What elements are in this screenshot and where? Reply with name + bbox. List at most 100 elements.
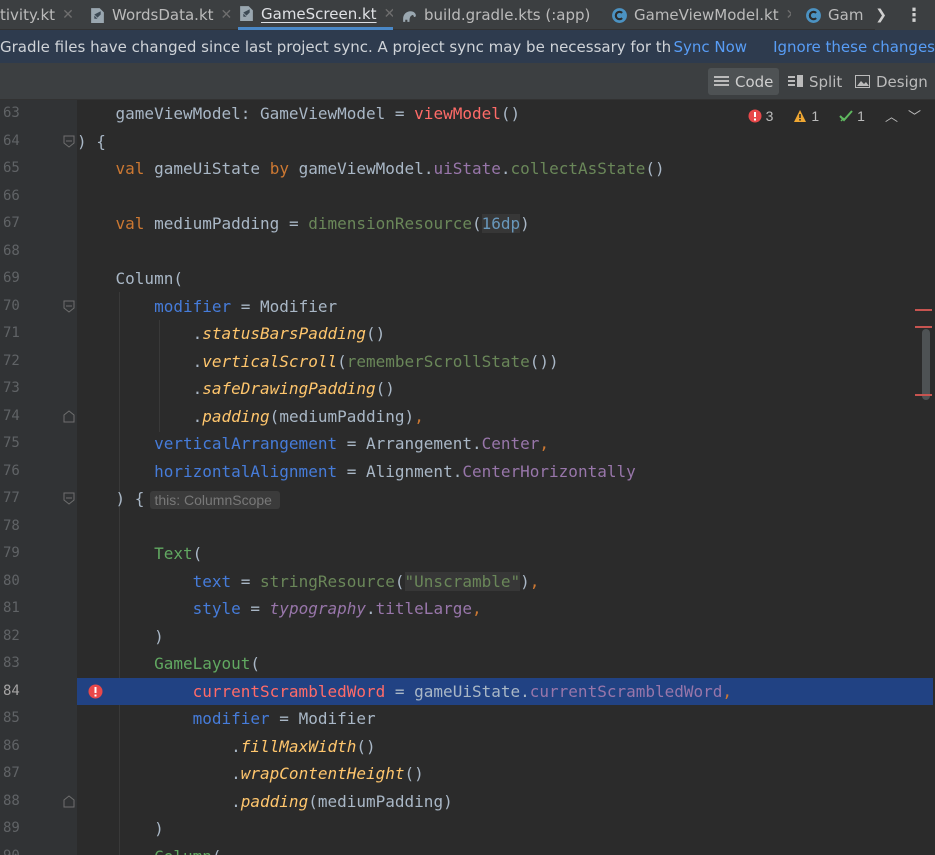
code-line[interactable]: 89 )	[0, 815, 935, 843]
code-text: modifier = Modifier	[154, 296, 338, 316]
code-line[interactable]: 79 Text(	[0, 540, 935, 568]
scrollbar-thumb[interactable]	[922, 329, 930, 400]
code-text: currentScrambledWord = gameUiState.curre…	[192, 681, 733, 701]
split-label: Split	[809, 72, 843, 91]
tab-words-data[interactable]: WordsData.kt ✕	[89, 0, 234, 30]
ignore-changes-link[interactable]: Ignore these changes	[773, 38, 935, 56]
code-line[interactable]: 78	[0, 513, 935, 541]
line-number: 76	[3, 462, 20, 479]
code-line[interactable]: 82 )	[0, 623, 935, 651]
code-line[interactable]: 77 ) {this: ColumnScope	[0, 485, 935, 513]
code-text: )	[77, 626, 164, 646]
close-tab-icon[interactable]: ✕	[221, 7, 233, 23]
tab-actions: ❯ ⋮	[875, 0, 935, 30]
error-stripe-mark[interactable]	[915, 394, 932, 396]
code-line-current[interactable]: 84 currentScrambledWord = gameUiState.cu…	[0, 677, 935, 705]
code-line[interactable]: 86 .fillMaxWidth()	[0, 733, 935, 761]
warning-icon	[794, 109, 807, 122]
code-text: .verticalScroll(rememberScrollState())	[77, 351, 559, 371]
image-icon	[855, 75, 870, 88]
code-text: val gameUiState by gameViewModel.uiState…	[115, 159, 665, 178]
sync-now-link[interactable]: Sync Now	[673, 38, 747, 56]
next-highlight-icon[interactable]: ﹀	[908, 106, 921, 125]
tab-game-view-model[interactable]: GameViewModel.kt ✕	[611, 0, 791, 30]
chevron-down-icon[interactable]: ❯	[875, 7, 887, 23]
tab-build-gradle[interactable]: build.gradle.kts (:app) ✕	[401, 0, 596, 30]
tab-main-activity[interactable]: tivity.kt ✕	[0, 0, 75, 30]
code-text: .wrapContentHeight()	[77, 764, 424, 783]
code-line[interactable]: 65 val gameUiState by gameViewModel.uiSt…	[0, 155, 935, 183]
fold-marker-icon[interactable]	[63, 300, 75, 313]
close-tab-icon[interactable]: ✕	[62, 7, 74, 23]
tab-label: Gam	[828, 6, 864, 24]
code-editor[interactable]: 63 gameViewModel: GameViewModel = viewMo…	[0, 100, 935, 855]
line-number: 65	[3, 160, 20, 176]
code-line[interactable]: 74 .padding(mediumPadding),	[0, 403, 935, 431]
kotlin-file-icon	[240, 6, 253, 21]
warning-count[interactable]: 1	[793, 108, 829, 124]
split-view-button[interactable]: Split	[782, 68, 848, 95]
error-stripe-mark[interactable]	[915, 326, 932, 328]
code-line[interactable]: 66	[0, 183, 935, 211]
line-number: 83	[3, 655, 20, 671]
code-view-button[interactable]: Code	[708, 68, 780, 95]
more-options-icon[interactable]: ⋮	[905, 5, 923, 26]
line-number: 87	[3, 765, 20, 781]
fold-marker-icon[interactable]	[63, 492, 75, 505]
code-line[interactable]: 90 Column(	[0, 843, 935, 855]
error-count[interactable]: 3	[748, 108, 784, 124]
fold-marker-icon[interactable]	[63, 135, 75, 148]
code-text: Column(	[115, 269, 183, 288]
code-line[interactable]: 83 GameLayout(	[0, 650, 935, 678]
tab-game-screen[interactable]: GameScreen.kt ✕	[238, 0, 393, 30]
code-line[interactable]: 64 ) {	[0, 128, 935, 156]
close-tab-icon[interactable]: ✕	[786, 7, 791, 23]
code-line[interactable]: 72 .verticalScroll(rememberScrollState()…	[0, 348, 935, 376]
code-line[interactable]: 75 verticalArrangement = Arrangement.Cen…	[0, 430, 935, 458]
line-number: 75	[3, 435, 20, 451]
editor-tab-bar: tivity.kt ✕ WordsData.kt ✕ GameScreen.kt…	[0, 0, 935, 30]
code-line[interactable]: 68	[0, 238, 935, 266]
code-line[interactable]: 85 modifier = Modifier	[0, 705, 935, 733]
line-number: 67	[3, 215, 20, 231]
code-line[interactable]: 80 text = stringResource("Unscramble"),	[0, 568, 935, 596]
line-number: 73	[3, 380, 20, 396]
tab-label: build.gradle.kts (:app)	[424, 6, 591, 24]
code-line[interactable]: 88 .padding(mediumPadding)	[0, 788, 935, 816]
kotlin-class-icon	[612, 7, 627, 23]
code-line[interactable]: 87 .wrapContentHeight()	[0, 760, 935, 788]
line-number: 90	[3, 843, 33, 855]
code-line[interactable]: 70 modifier = Modifier	[0, 293, 935, 321]
code-line[interactable]: 71 .statusBarsPadding()	[0, 320, 935, 348]
code-line[interactable]: 76 horizontalAlignment = Alignment.Cente…	[0, 458, 935, 486]
line-number: 72	[3, 352, 20, 369]
code-line[interactable]: 67 val mediumPadding = dimensionResource…	[0, 210, 935, 238]
typo-count[interactable]: 1	[839, 108, 875, 124]
line-number: 79	[3, 545, 20, 561]
code-label: Code	[735, 72, 774, 91]
tab-label: GameViewModel.kt	[634, 6, 779, 24]
code-text: Text(	[154, 544, 203, 563]
close-tab-icon[interactable]: ✕	[384, 6, 393, 22]
view-mode-bar: Code Split Design	[0, 63, 935, 100]
design-view-button[interactable]: Design	[849, 68, 934, 95]
previous-highlight-icon[interactable]: ︿	[885, 106, 898, 125]
code-line[interactable]: 69 Column(	[0, 265, 935, 293]
code-text: Column(	[77, 843, 221, 855]
fold-end-icon[interactable]	[63, 409, 75, 423]
line-number: 70	[3, 297, 20, 314]
code-text: verticalArrangement = Arrangement.Center…	[154, 434, 550, 453]
tab-game-overflow[interactable]: Gam	[805, 0, 868, 30]
line-number: 74	[3, 407, 20, 424]
fold-end-icon[interactable]	[63, 794, 75, 808]
line-number: 77	[3, 490, 20, 506]
line-number: 69	[3, 270, 20, 286]
line-number: 89	[3, 820, 20, 836]
error-stripe-mark[interactable]	[915, 309, 932, 311]
code-line[interactable]: 81 style = typography.titleLarge,	[0, 595, 935, 623]
code-text: )	[77, 819, 164, 838]
banner-message: Gradle files have changed since last pro…	[0, 37, 672, 56]
code-line[interactable]: 73 .safeDrawingPadding()	[0, 375, 935, 403]
inspection-widget[interactable]: 3 1 1 ︿ ﹀	[748, 106, 921, 125]
line-number: 66	[3, 187, 20, 204]
